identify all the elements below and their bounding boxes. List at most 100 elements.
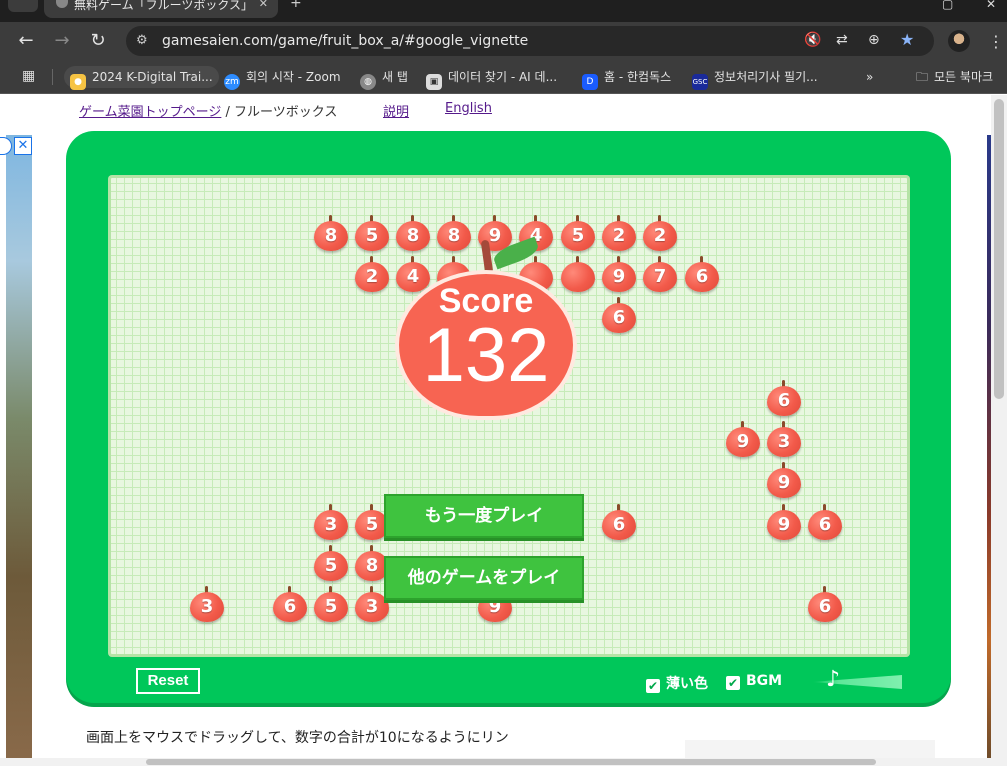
browser-toolbar: ← → ↻ ⚙ gamesaien.com/game/fruit_box_a/#…: [0, 22, 1007, 60]
breadcrumb: ゲーム菜園トップページ / フルーツボックス: [79, 101, 337, 120]
apple-tile[interactable]: 6: [273, 586, 307, 622]
bookmark-item-1[interactable]: zm 회의 시작 - Zoom: [218, 66, 347, 90]
check-icon: ✔: [646, 679, 660, 693]
english-link[interactable]: English: [445, 101, 492, 116]
reset-button[interactable]: Reset: [136, 668, 200, 694]
bookmark-label: 2024 K-Digital Trai...: [92, 70, 213, 84]
back-icon[interactable]: ←: [14, 30, 38, 52]
apple-number: 6: [612, 514, 626, 535]
score-apple: Score 132: [395, 230, 577, 420]
breadcrumb-current: フルーツボックス: [234, 105, 338, 120]
web-page: ✕ ゲーム菜園トップページ / フルーツボックス 説明 English 8588…: [0, 95, 1007, 766]
folder-icon: 🗀: [916, 70, 929, 84]
close-window-icon[interactable]: ✕: [986, 0, 996, 10]
zoom-icon[interactable]: ⊕: [868, 32, 880, 48]
apple-tile[interactable]: 9: [767, 462, 801, 498]
browser-menu-icon[interactable]: ⋮: [988, 32, 1004, 51]
apple-number: 9: [612, 266, 626, 287]
apple-number: 5: [324, 596, 338, 617]
apple-tile[interactable]: 6: [602, 297, 636, 333]
mute-site-icon[interactable]: 🔇: [804, 32, 821, 48]
tab-search-button[interactable]: [8, 0, 38, 12]
bookmark-star-icon[interactable]: ★: [900, 30, 914, 49]
apple-number: 3: [324, 514, 338, 535]
check-icon: ✔: [726, 676, 740, 690]
bookmark-item-4[interactable]: D 홈 - 한컴독스: [576, 66, 677, 90]
apple-tile[interactable]: 5: [314, 586, 348, 622]
tab-active[interactable]: 無料ゲーム「フルーツボックス」 ✕: [44, 0, 278, 18]
ad-close-icon[interactable]: ✕: [14, 137, 32, 155]
address-bar[interactable]: ⚙ gamesaien.com/game/fruit_box_a/#google…: [126, 26, 934, 56]
horizontal-scroll-thumb[interactable]: [146, 759, 876, 765]
bookmark-label: 홈 - 한컴독스: [604, 70, 672, 84]
score-apple-leaf-icon: [491, 236, 541, 270]
apple-number: 5: [324, 555, 338, 576]
play-other-games-button[interactable]: 他のゲームをプレイ: [384, 556, 584, 600]
reload-icon[interactable]: ↻: [86, 30, 110, 52]
apple-number: 2: [612, 225, 626, 246]
game-description: 画面上をマウスでドラッグして、数字の合計が10になるようにリン: [86, 730, 509, 746]
apple-tile[interactable]: 5: [355, 215, 389, 251]
apple-tile[interactable]: 6: [808, 586, 842, 622]
bookmark-item-2[interactable]: ◍ 새 탭: [354, 66, 414, 90]
apple-tile[interactable]: 5: [314, 545, 348, 581]
bgm-checkbox[interactable]: ✔ BGM: [726, 673, 782, 690]
tab-favicon-icon: [56, 0, 68, 8]
apple-number: 9: [777, 472, 791, 493]
maximize-icon[interactable]: ▢: [942, 0, 953, 10]
apple-number: 6: [283, 596, 297, 617]
apple-number: 3: [777, 431, 791, 452]
play-again-button[interactable]: もう一度プレイ: [384, 494, 584, 538]
apple-tile[interactable]: 6: [808, 504, 842, 540]
score-value: 132: [422, 313, 550, 398]
apple-tile[interactable]: 8: [314, 215, 348, 251]
bookmarks-overflow-button[interactable]: »: [860, 66, 879, 88]
bookmark-item-5[interactable]: GSC 정보처리기사 필기...: [686, 66, 824, 90]
apple-tile[interactable]: 9: [767, 504, 801, 540]
breadcrumb-separator: /: [221, 105, 235, 120]
apple-tile[interactable]: 2: [355, 256, 389, 292]
apple-tile[interactable]: 6: [767, 380, 801, 416]
apple-number: 6: [612, 307, 626, 328]
light-color-checkbox[interactable]: ✔ 薄い色: [646, 673, 708, 693]
vertical-scroll-thumb[interactable]: [994, 99, 1004, 399]
aihub-icon: ▣: [426, 74, 442, 90]
apple-tile[interactable]: 3: [190, 586, 224, 622]
music-note-icon: ♪: [826, 667, 841, 692]
translate-icon[interactable]: ⇄: [836, 32, 848, 48]
apple-number: 6: [777, 390, 791, 411]
apple-number: 9: [736, 431, 750, 452]
bookmark-label: 데이터 찾기 - AI 데...: [448, 70, 558, 84]
bookmark-label: 정보처리기사 필기...: [714, 70, 818, 84]
apple-number: 8: [324, 225, 338, 246]
apple-number: 9: [777, 514, 791, 535]
forward-icon[interactable]: →: [50, 30, 74, 52]
apple-tile[interactable]: 6: [602, 504, 636, 540]
apple-number: 6: [695, 266, 709, 287]
all-bookmarks-button[interactable]: 🗀 모든 북마크: [910, 66, 999, 88]
apple-tile[interactable]: 9: [726, 421, 760, 457]
help-link[interactable]: 説明: [383, 101, 409, 120]
apple-number: 3: [200, 596, 214, 617]
tab-close-icon[interactable]: ✕: [259, 0, 268, 9]
apple-tile[interactable]: 3: [314, 504, 348, 540]
apple-tile[interactable]: 2: [643, 215, 677, 251]
new-tab-icon[interactable]: +: [290, 0, 302, 10]
apple-tile[interactable]: 7: [643, 256, 677, 292]
bookmark-item-0[interactable]: ● 2024 K-Digital Trai...: [64, 66, 219, 90]
profile-avatar[interactable]: [948, 30, 970, 52]
apple-number: 6: [818, 514, 832, 535]
apple-tile[interactable]: 3: [767, 421, 801, 457]
url-text[interactable]: gamesaien.com/game/fruit_box_a/#google_v…: [162, 33, 528, 49]
apple-tile[interactable]: 2: [602, 215, 636, 251]
bookmark-item-3[interactable]: ▣ 데이터 찾기 - AI 데...: [420, 66, 563, 90]
apple-tile[interactable]: 9: [602, 256, 636, 292]
apple-tile[interactable]: 6: [685, 256, 719, 292]
globe-icon: ◍: [360, 74, 376, 90]
breadcrumb-home-link[interactable]: ゲーム菜園トップページ: [79, 105, 221, 120]
apple-number: 6: [818, 596, 832, 617]
apps-grid-icon[interactable]: ▦: [22, 68, 35, 84]
bookmark-label: 새 탭: [382, 70, 408, 84]
tab-strip: 無料ゲーム「フルーツボックス」 ✕ + ▢ ✕: [0, 0, 1007, 22]
site-info-icon[interactable]: ⚙: [136, 33, 148, 48]
